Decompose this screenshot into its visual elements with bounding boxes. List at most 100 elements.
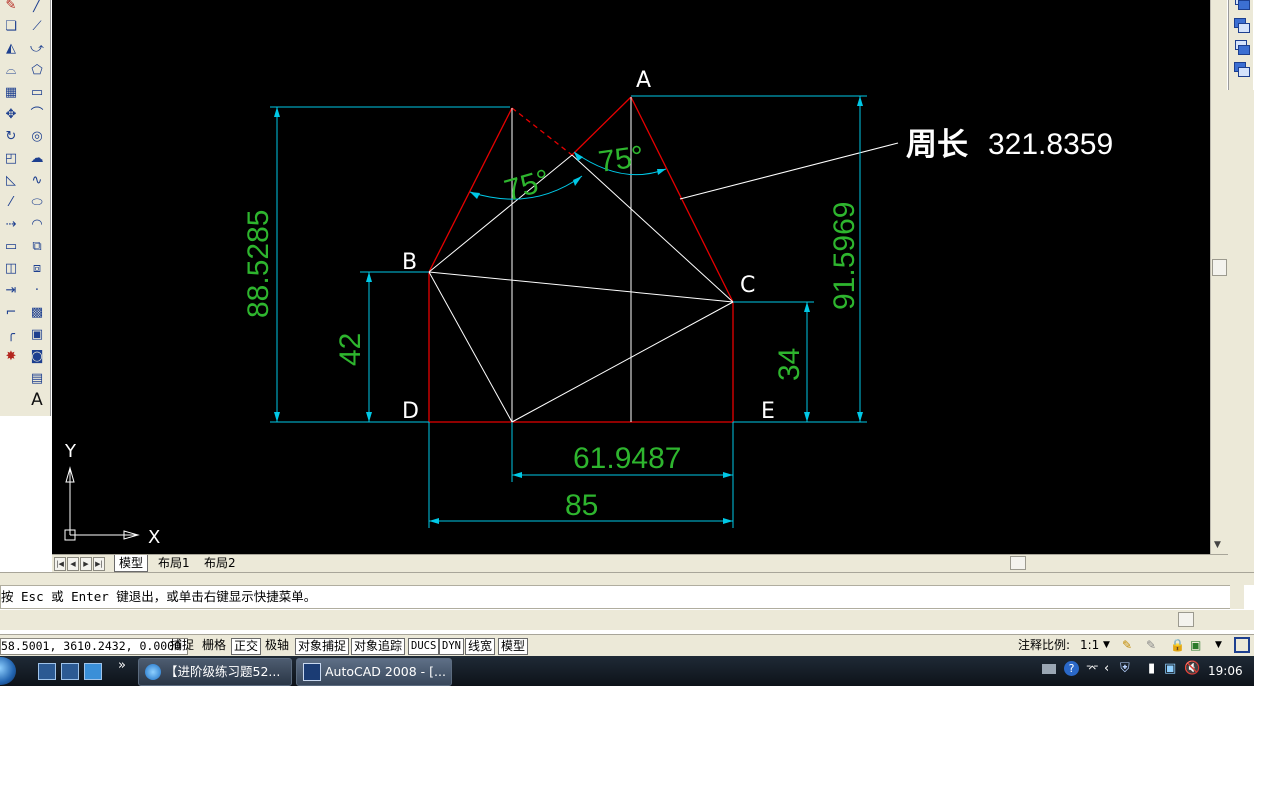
make-block-icon[interactable]: ⧈ (28, 259, 46, 277)
scroll-down-icon[interactable]: ▼ (1214, 540, 1221, 550)
lineweight-toggle[interactable]: 线宽 (465, 638, 496, 655)
last-tab-icon[interactable]: ▶| (93, 557, 105, 571)
break-point-icon[interactable]: ◫ (2, 259, 20, 277)
command-history[interactable]: 按 Esc 或 Enter 键退出，或单击右键显示快捷菜单。 (0, 585, 1232, 609)
dyn-toggle[interactable]: DYN (439, 638, 464, 655)
ducs-toggle[interactable]: DUCS (408, 638, 440, 655)
snap-toggle[interactable]: 捕捉 (168, 638, 196, 653)
lock-icon[interactable]: 🔒 (1170, 638, 1185, 653)
auto-scale-icon[interactable]: ✎ (1146, 638, 1156, 653)
model-toggle[interactable]: 模型 (498, 638, 529, 655)
line-icon[interactable]: ╱ (28, 0, 46, 14)
extend-icon[interactable]: ⇢ (2, 215, 20, 233)
command-vertical-scroll[interactable] (1230, 585, 1244, 609)
dim-c-height: 34 (773, 348, 806, 381)
annotation-visibility-icon[interactable]: ✎ (1122, 638, 1132, 653)
dim-angle-right: 75° (596, 140, 646, 179)
red-outline (428, 96, 734, 423)
volume-muted-icon[interactable]: 🔇 (1184, 661, 1200, 676)
point-icon[interactable]: · (28, 281, 46, 299)
xline-icon[interactable]: ⟋ (28, 17, 46, 35)
hatch-icon[interactable]: ▩ (28, 303, 46, 321)
offset-icon[interactable]: ⌓ (2, 61, 20, 79)
horizontal-scroll-thumb[interactable] (1010, 556, 1026, 570)
break-icon[interactable]: ▭ (2, 237, 20, 255)
quicklaunch-overflow[interactable]: » (118, 658, 126, 673)
grid-toggle[interactable]: 栅格 (200, 638, 228, 653)
help-icon[interactable]: ? (1064, 661, 1079, 676)
polygon-icon[interactable]: ⬠ (28, 61, 46, 79)
mtext-icon[interactable]: A (28, 391, 46, 409)
array-icon[interactable]: ▦ (2, 83, 20, 101)
clean-screen-status-icon[interactable]: ▣ (1190, 638, 1201, 653)
tab-layout2[interactable]: 布局2 (200, 555, 240, 571)
ortho-toggle[interactable]: 正交 (231, 638, 262, 655)
vertical-scrollbar[interactable]: ▼ (1210, 0, 1227, 554)
scale-icon[interactable]: ◰ (2, 149, 20, 167)
right-dock (1226, 90, 1254, 572)
osnap-toggle[interactable]: 对象捕捉 (295, 638, 350, 655)
tab-model[interactable]: 模型 (114, 555, 149, 572)
keyboard-icon[interactable] (1042, 664, 1056, 674)
clean-screen-icon[interactable] (1234, 637, 1250, 653)
explode-icon[interactable]: ✸ (2, 347, 20, 365)
chevron-down-icon[interactable]: ▼ (1103, 638, 1110, 653)
bring-above-icon[interactable] (1232, 39, 1250, 56)
tray-expand-icon[interactable]: ‹ (1104, 661, 1109, 676)
send-under-icon[interactable] (1232, 61, 1250, 78)
prev-tab-icon[interactable]: ◀ (67, 557, 79, 571)
polar-toggle[interactable]: 极轴 (263, 638, 291, 653)
circle-icon[interactable]: ◎ (28, 127, 46, 145)
device-icon[interactable]: ▮ (1148, 661, 1155, 676)
trim-icon[interactable]: ⁄ (2, 193, 20, 211)
ellipse-icon[interactable]: ⬭ (28, 193, 46, 211)
pline-icon[interactable]: ⤻ (28, 39, 46, 57)
network-icon[interactable]: ▣ (1164, 661, 1176, 676)
revcloud-icon[interactable]: ☁ (28, 149, 46, 167)
fillet-icon[interactable]: ╭ (2, 325, 20, 343)
next-tab-icon[interactable]: ▶ (80, 557, 92, 571)
quicklaunch-app-icon[interactable] (84, 663, 102, 680)
mirror-icon[interactable]: ◭ (2, 39, 20, 57)
first-tab-icon[interactable]: |◀ (54, 557, 66, 571)
ellipse-arc-icon[interactable]: ◠ (28, 215, 46, 233)
send-to-back-icon[interactable] (1232, 17, 1250, 34)
join-icon[interactable]: ⇥ (2, 281, 20, 299)
command-horizontal-scroll[interactable] (0, 610, 1254, 630)
bring-to-front-icon[interactable] (1232, 0, 1250, 11)
horizontal-scrollbar[interactable] (818, 556, 1206, 570)
rectangle-icon[interactable]: ▭ (28, 83, 46, 101)
tab-layout1[interactable]: 布局1 (154, 555, 194, 571)
point-label-d: D (402, 399, 419, 424)
show-desktop-icon[interactable] (38, 663, 56, 680)
table-icon[interactable]: ▤ (28, 369, 46, 387)
drawing-area[interactable]: A B C D E Y X 88.5285 42 91.5969 34 61.9… (52, 0, 1210, 554)
region-icon[interactable]: ◙ (28, 347, 46, 365)
taskbar-item-autocad[interactable]: AutoCAD 2008 - [... (296, 658, 452, 686)
command-scroll-thumb[interactable] (1178, 612, 1194, 627)
copy-icon[interactable]: ❏ (2, 17, 20, 35)
vertical-scroll-thumb[interactable] (1212, 259, 1227, 276)
shield-icon[interactable]: ⛨ (1120, 661, 1130, 676)
point-label-e: E (761, 399, 775, 424)
ime-icon[interactable]: ⌤ (1086, 662, 1099, 675)
command-splitter[interactable] (0, 572, 1254, 585)
arc-icon[interactable]: ⌒ (28, 105, 46, 123)
rotate-icon[interactable]: ↻ (2, 127, 20, 145)
annotation-scale-value[interactable]: 1:1 (1080, 638, 1099, 653)
stretch-icon[interactable]: ◺ (2, 171, 20, 189)
spline-icon[interactable]: ∿ (28, 171, 46, 189)
chamfer-icon[interactable]: ⌐ (2, 303, 20, 321)
gradient-icon[interactable]: ▣ (28, 325, 46, 343)
switch-windows-icon[interactable] (61, 663, 79, 680)
move-icon[interactable]: ✥ (2, 105, 20, 123)
dimension-arrows (274, 96, 863, 524)
erase-icon[interactable]: ✎ (2, 0, 20, 14)
otrack-toggle[interactable]: 对象追踪 (351, 638, 406, 655)
clock[interactable]: 19:06 (1208, 664, 1243, 678)
status-menu-icon[interactable]: ▼ (1215, 638, 1222, 653)
coordinate-readout[interactable]: 58.5001, 3610.2432, 0.0000 (0, 638, 189, 655)
taskbar-item-browser[interactable]: 【进阶级练习题52... (138, 658, 292, 686)
insert-block-icon[interactable]: ⧉ (28, 237, 46, 255)
drawing-svg: A B C D E Y X 88.5285 42 91.5969 34 61.9… (64, 68, 1113, 548)
